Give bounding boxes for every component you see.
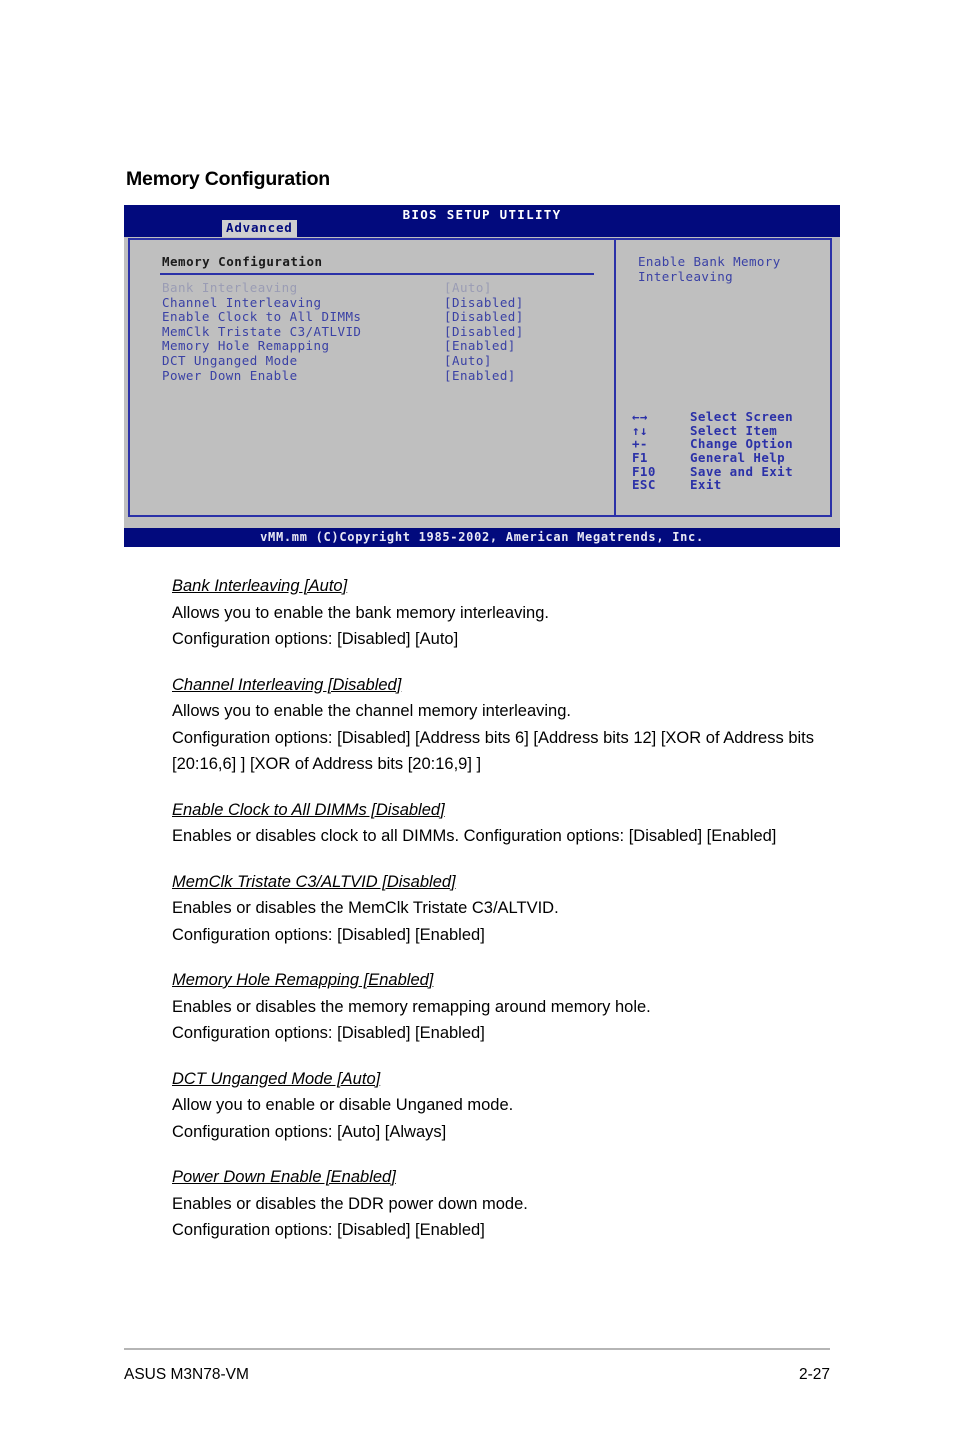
description-line: Configuration options: [Disabled] [Enabl… (172, 1024, 485, 1042)
description-line: Configuration options: [Disabled] [Addre… (172, 728, 814, 774)
description-line: Configuration options: [Disabled] [Enabl… (172, 925, 485, 944)
description-block: Power Down Enable [Enabled] Enables or di… (172, 1164, 834, 1244)
footer-page-number: 2-27 (798, 1366, 830, 1383)
description-line: Configuration options: [Auto] [Always] (172, 1122, 447, 1141)
description-line: Configuration options: [Disabled] [Auto] (172, 630, 459, 648)
bios-option-value[interactable]: [Disabled] (444, 324, 524, 339)
description-line: Allows you to enable the bank memory int… (172, 603, 549, 622)
bios-option-row[interactable]: Memory Hole Remapping [Enabled] (162, 338, 592, 353)
description-block: Memory Hole Remapping [Enabled] Enables o… (172, 967, 834, 1047)
bios-option-label: Power Down Enable (162, 367, 298, 383)
bios-help-panel: Enable Bank Memory Interleaving ←→ Select… (616, 240, 830, 515)
description-block: Bank Interleaving [Auto] Allows you to en… (172, 573, 834, 653)
description-block: DCT Unganged Mode [Auto] Allow you to ena… (172, 1066, 834, 1146)
description-heading: Bank Interleaving [Auto] (172, 577, 348, 595)
tab-advanced[interactable]: Advanced (222, 220, 297, 237)
description-block: Enable Clock to All DIMMs [Disabled] Enab… (172, 797, 834, 850)
bios-option-label: MemClk Tristate C3/ATLVID (162, 323, 362, 339)
bios-section-title: Memory Configuration (162, 254, 323, 269)
description-heading: Enable Clock to All DIMMs [Disabled] (172, 800, 445, 819)
section-divider (160, 273, 594, 275)
help-line-1: Enable Bank Memory (638, 254, 781, 269)
bios-body: Memory Configuration Bank Interleaving [A… (128, 238, 832, 517)
description-line: Allow you to enable or disable Unganed m… (172, 1096, 514, 1114)
bios-setup-window: BIOS SETUP UTILITY Advanced Memory Confi… (124, 205, 840, 547)
bios-option-value[interactable]: [Disabled] (444, 309, 524, 324)
description-sections: Bank Interleaving [Auto] Allows you to en… (172, 573, 834, 1263)
bios-option-list: Bank Interleaving [Auto] Channel Interleav… (162, 280, 592, 383)
description-line: Enables or disables the DDR power down m… (172, 1194, 528, 1213)
bios-option-row[interactable]: Bank Interleaving [Auto] (162, 280, 592, 295)
bios-option-value[interactable]: [Enabled] (444, 338, 516, 353)
bios-titlebar: BIOS SETUP UTILITY Advanced (124, 205, 840, 237)
bios-key-name: ESC (632, 477, 656, 493)
bios-option-label: DCT Unganged Mode (162, 352, 298, 368)
bios-option-row[interactable]: Power Down Enable [Enabled] (162, 368, 592, 383)
description-heading: MemClk Tristate C3/ALTVID [Disabled] (172, 872, 456, 891)
description-block: MemClk Tristate C3/ALTVID [Disabled] Enab… (172, 869, 834, 949)
description-line: Enables or disables clock to all DIMMs. … (172, 827, 777, 845)
description-line: Enables or disables the memory remapping… (172, 997, 651, 1016)
bios-option-label: Memory Hole Remapping (162, 338, 330, 354)
bios-option-label: Bank Interleaving (162, 280, 298, 295)
bios-option-row[interactable]: Enable Clock to All DIMMs [Disabled] (162, 309, 592, 324)
footer-product-name: ASUS M3N78-VM (124, 1366, 249, 1383)
bios-option-value[interactable]: [Auto] (444, 280, 492, 295)
bios-copyright: vMM.mm (C)Copyright 1985-2002, American … (260, 530, 704, 544)
bios-option-value[interactable]: [Enabled] (444, 368, 516, 383)
footer-divider (124, 1348, 830, 1350)
help-line-2: Interleaving (638, 269, 734, 284)
bios-options-panel: Memory Configuration Bank Interleaving [A… (130, 240, 614, 515)
description-line: Allows you to enable the channel memory … (172, 702, 571, 720)
description-heading: Memory Hole Remapping [Enabled] (172, 971, 434, 989)
bios-footer: vMM.mm (C)Copyright 1985-2002, American … (124, 528, 840, 547)
bios-option-label: Enable Clock to All DIMMs (162, 309, 362, 325)
help-description: Enable Bank Memory Interleaving (638, 254, 828, 284)
description-heading: DCT Unganged Mode [Auto] (172, 1069, 381, 1088)
description-heading: Channel Interleaving [Disabled] (172, 675, 402, 694)
bios-option-row[interactable]: DCT Unganged Mode [Auto] (162, 353, 592, 368)
page-title: Memory Configuration (126, 168, 330, 190)
description-heading: Power Down Enable [Enabled] (172, 1168, 396, 1186)
bios-option-label: Channel Interleaving (162, 294, 322, 310)
bios-option-value[interactable]: [Disabled] (444, 295, 524, 310)
description-line: Configuration options: [Disabled] [Enabl… (172, 1221, 485, 1239)
description-block: Channel Interleaving [Disabled] Allows yo… (172, 672, 834, 778)
description-line: Enables or disables the MemClk Tristate … (172, 899, 559, 917)
bios-option-row[interactable]: MemClk Tristate C3/ATLVID [Disabled] (162, 324, 592, 339)
bios-key-description: Exit (690, 477, 722, 493)
bios-option-row[interactable]: Channel Interleaving [Disabled] (162, 295, 592, 310)
bios-option-value[interactable]: [Auto] (444, 353, 492, 368)
